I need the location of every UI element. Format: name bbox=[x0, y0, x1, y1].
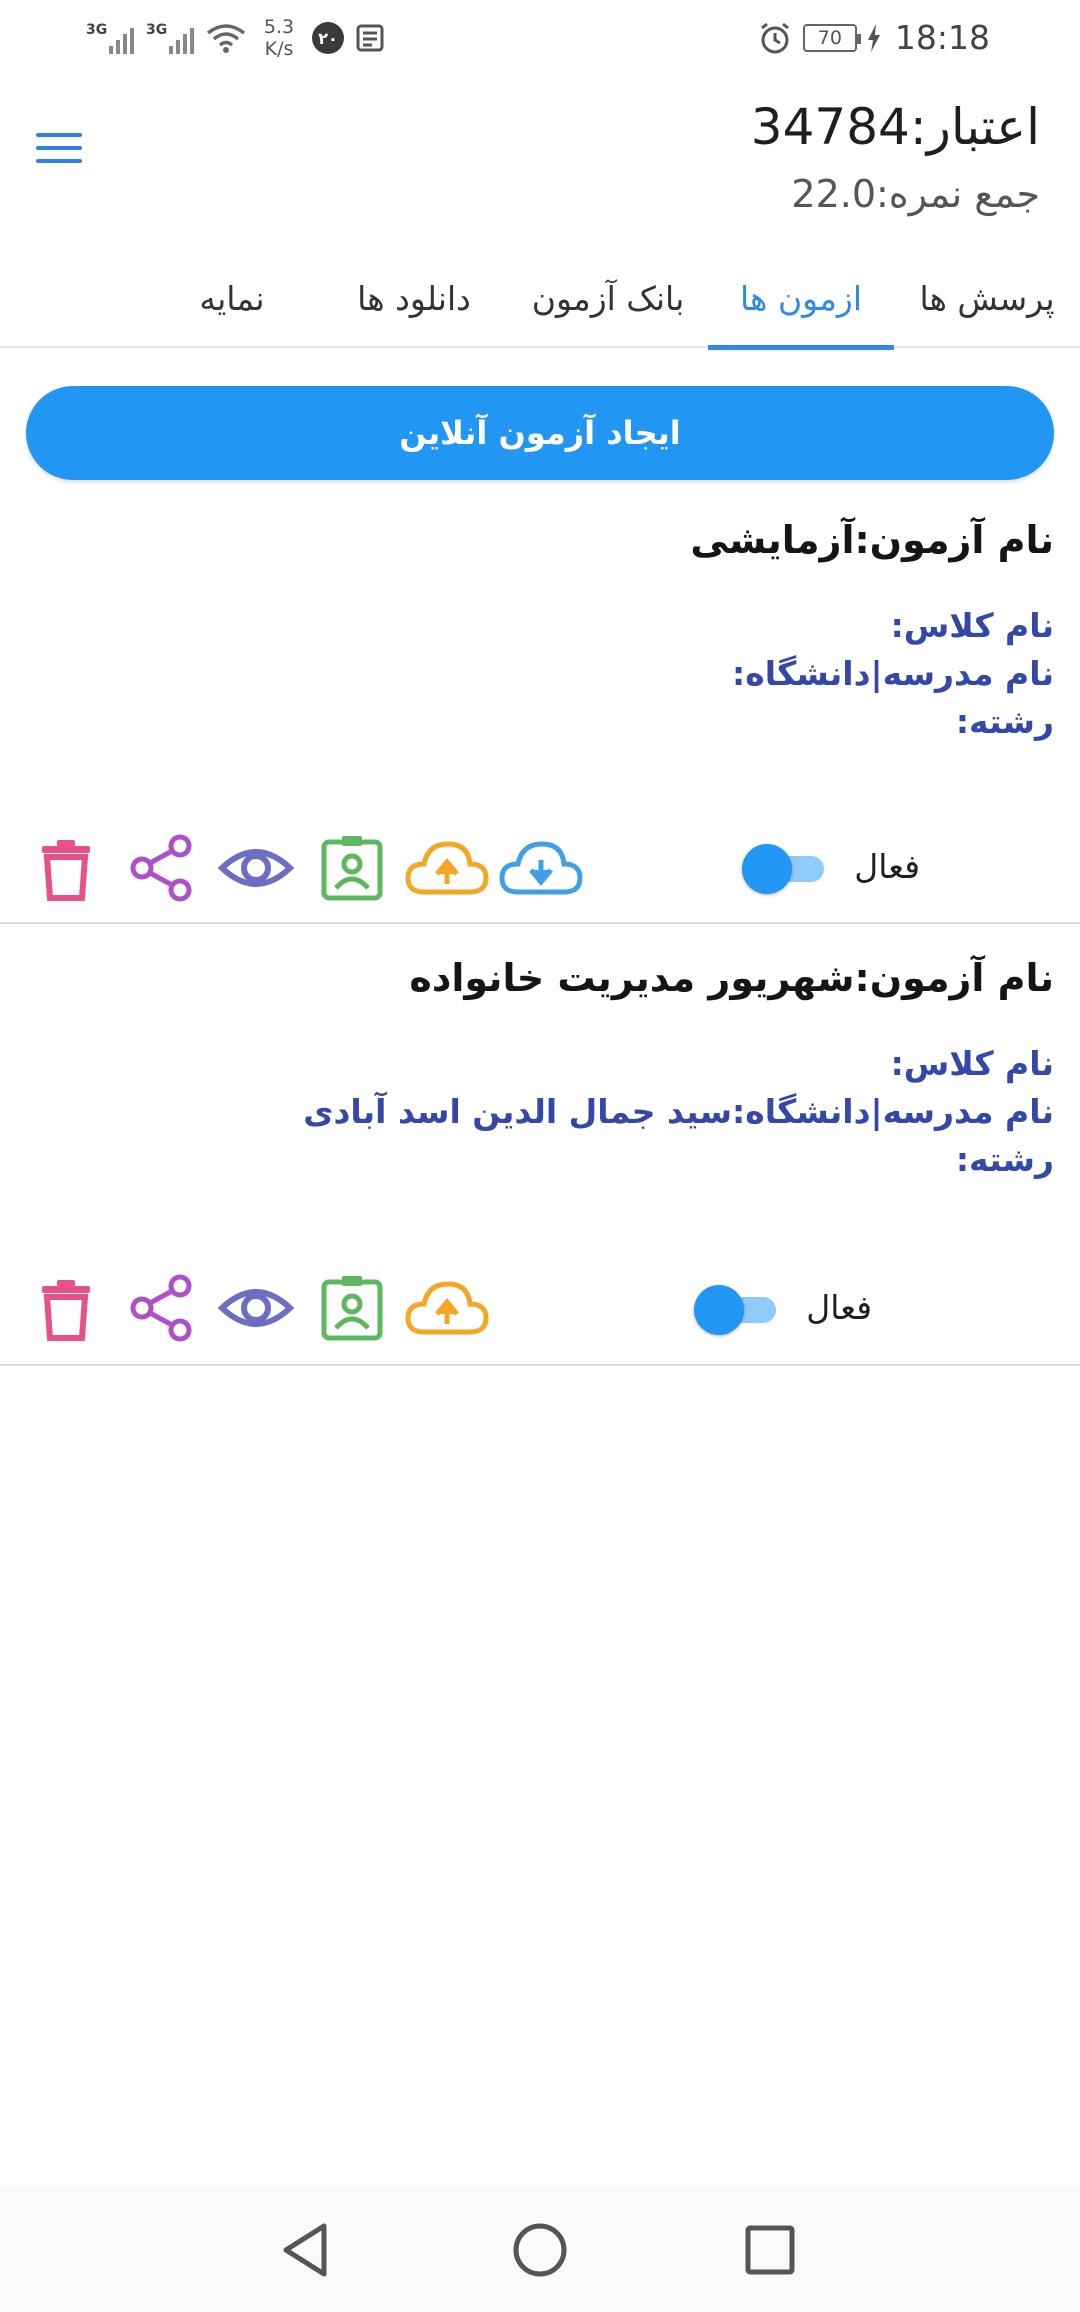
network-type-2: 3G bbox=[146, 22, 168, 38]
badge-icon[interactable] bbox=[316, 832, 388, 904]
exam-card: نام آزمون:شهریور مدیریت خانواده نام کلاس… bbox=[0, 926, 1080, 1366]
delete-icon[interactable] bbox=[30, 1272, 102, 1344]
exam-school: نام مدرسه|دانشگاه: bbox=[732, 654, 1054, 693]
tab-exam-bank[interactable]: بانک آزمون bbox=[508, 248, 708, 348]
share-icon[interactable] bbox=[126, 832, 198, 904]
active-toggle-row: فعال bbox=[694, 1281, 872, 1335]
eye-icon[interactable] bbox=[217, 1272, 295, 1344]
status-right: 70 18:18 bbox=[757, 18, 990, 57]
exam-field: رشته: bbox=[955, 702, 1054, 741]
cloud-upload-icon[interactable] bbox=[404, 832, 490, 904]
delete-icon[interactable] bbox=[30, 832, 102, 904]
network-speed: 5.3 K/s bbox=[256, 16, 302, 60]
share-icon[interactable] bbox=[126, 1272, 198, 1344]
tab-exams[interactable]: ازمون ها bbox=[708, 248, 894, 350]
active-toggle[interactable] bbox=[694, 1281, 777, 1335]
speed-value: 5.3 bbox=[263, 16, 295, 38]
cloud-download-icon[interactable] bbox=[498, 832, 584, 904]
tab-label: پرسش ها bbox=[919, 278, 1055, 318]
notification-badge: ۲۰ bbox=[312, 22, 344, 54]
charging-icon bbox=[867, 23, 880, 52]
menu-icon[interactable] bbox=[36, 133, 84, 173]
system-nav-bar bbox=[0, 2186, 1080, 2312]
total-score: جمع نمره:22.0 bbox=[791, 172, 1040, 216]
exam-class: نام کلاس: bbox=[890, 606, 1054, 645]
app-header: اعتبار:34784 جمع نمره:22.0 bbox=[0, 80, 1080, 250]
home-icon[interactable] bbox=[504, 2214, 576, 2286]
tab-label: بانک آزمون bbox=[531, 278, 685, 318]
battery-icon: 70 bbox=[802, 23, 861, 52]
credit-balance: اعتبار:34784 bbox=[750, 98, 1040, 156]
exam-class: نام کلاس: bbox=[890, 1044, 1054, 1083]
alarm-icon bbox=[760, 22, 789, 53]
signal-2-icon: 3G bbox=[146, 18, 196, 58]
tab-label: نمایه bbox=[199, 278, 265, 318]
exam-title: نام آزمون:آزمایشی bbox=[690, 518, 1054, 562]
back-icon[interactable] bbox=[272, 2214, 344, 2286]
exam-field: رشته: bbox=[955, 1140, 1054, 1179]
app-screen: 3G 3G 5.3 K/s ۲۰ 70 18:18 اعتبار:34784 ج… bbox=[0, 0, 1080, 2312]
exam-title: نام آزمون:شهریور مدیریت خانواده bbox=[409, 956, 1054, 1000]
badge-icon[interactable] bbox=[316, 1272, 388, 1344]
clock: 18:18 bbox=[894, 18, 990, 57]
active-toggle-row: فعال bbox=[742, 840, 920, 894]
tab-label: دانلود ها bbox=[357, 278, 471, 318]
tab-label: ازمون ها bbox=[740, 278, 863, 318]
cloud-upload-icon[interactable] bbox=[404, 1272, 490, 1344]
news-icon bbox=[356, 24, 384, 52]
status-left: 3G 3G 5.3 K/s ۲۰ bbox=[86, 16, 386, 60]
eye-icon[interactable] bbox=[217, 832, 295, 904]
status-bar: 3G 3G 5.3 K/s ۲۰ 70 18:18 bbox=[0, 0, 1080, 80]
signal-1-icon: 3G bbox=[86, 18, 136, 58]
wifi-icon bbox=[206, 24, 246, 53]
tab-questions[interactable]: پرسش ها bbox=[894, 248, 1080, 348]
network-type-1: 3G bbox=[86, 22, 108, 38]
tab-bar: پرسش ها ازمون ها بانک آزمون دانلود ها نم… bbox=[0, 248, 1080, 350]
active-label: فعال bbox=[854, 846, 920, 886]
exam-school: نام مدرسه|دانشگاه:سید جمال الدین اسد آبا… bbox=[303, 1092, 1054, 1131]
tab-downloads[interactable]: دانلود ها bbox=[320, 248, 508, 348]
recents-icon[interactable] bbox=[734, 2214, 806, 2286]
battery-level: 70 bbox=[817, 26, 842, 49]
tab-profile[interactable]: نمایه bbox=[144, 248, 320, 348]
create-online-exam-button[interactable]: ایجاد آزمون آنلاین bbox=[26, 386, 1054, 480]
active-toggle[interactable] bbox=[742, 840, 825, 894]
speed-unit: K/s bbox=[264, 38, 294, 60]
active-label: فعال bbox=[806, 1287, 872, 1327]
exam-card: نام آزمون:آزمایشی نام کلاس: نام مدرسه|دا… bbox=[0, 500, 1080, 924]
